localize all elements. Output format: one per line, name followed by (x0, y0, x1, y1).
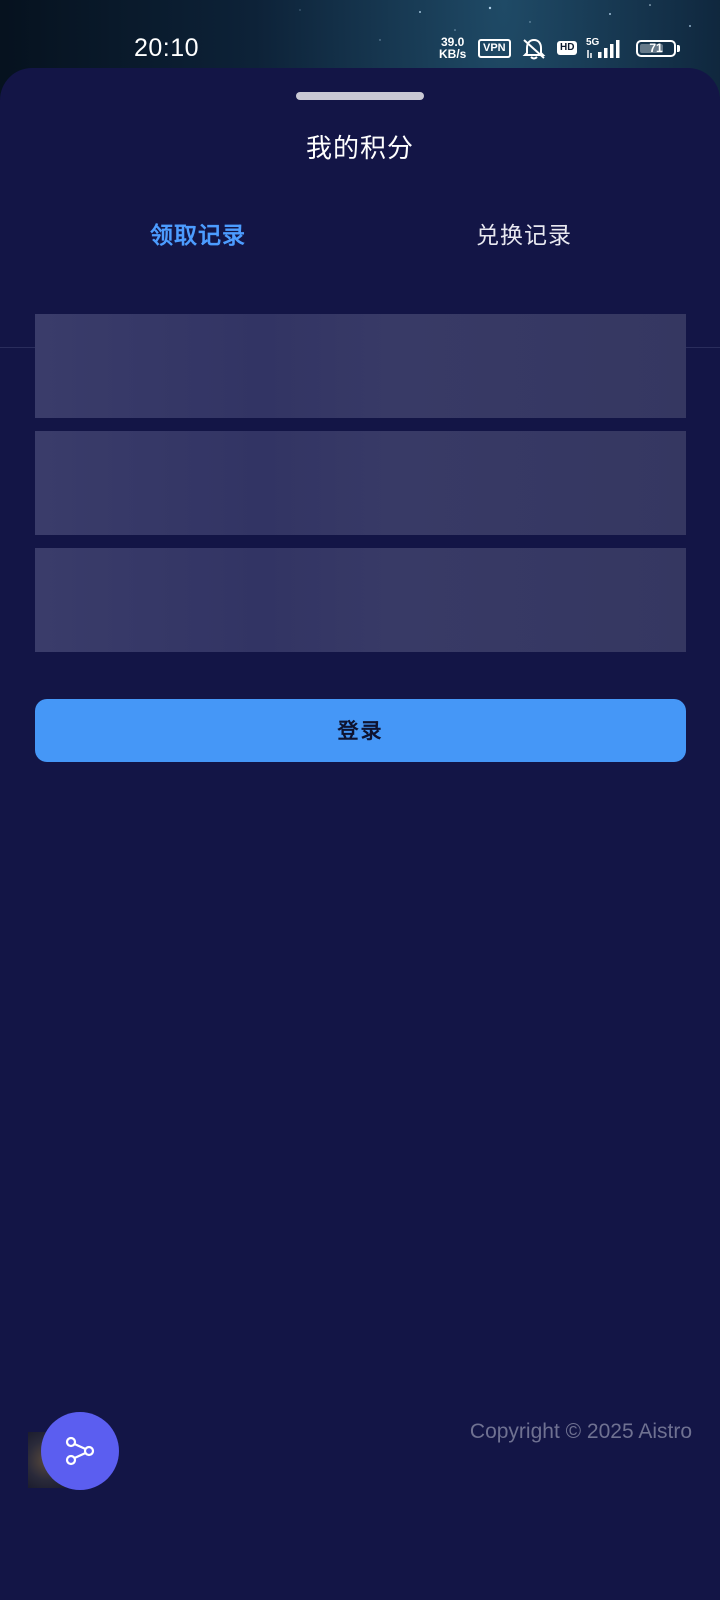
app-screen: 20:10 39.0 KB/s VPN HD 5G 71 我的积分 领取记录 兑… (0, 0, 720, 1600)
loading-placeholder-row (35, 548, 686, 652)
network-speed: 39.0 KB/s (439, 36, 466, 60)
points-bottom-sheet: 我的积分 领取记录 兑换记录 登录 (0, 68, 720, 1600)
copyright-text: Copyright © 2025 Aistro (469, 1420, 692, 1443)
loading-placeholder-row (35, 431, 686, 535)
tab-claim-records[interactable]: 领取记录 (35, 208, 361, 274)
battery-tip (677, 45, 680, 52)
hd-badge: HD (557, 41, 578, 55)
network-speed-unit: KB/s (439, 47, 467, 61)
network-type-text: 5G (586, 37, 600, 48)
share-button[interactable] (41, 1412, 119, 1490)
status-bar: 20:10 39.0 KB/s VPN HD 5G 71 (0, 0, 720, 70)
mute-bell-icon (522, 38, 546, 60)
status-time: 20:10 (134, 34, 200, 62)
vpn-badge: VPN (478, 39, 511, 58)
signal-bars-icon: 5G (586, 37, 620, 58)
sheet-title: 我的积分 (305, 134, 414, 164)
battery-icon: 71 (636, 40, 676, 57)
login-button[interactable]: 登录 (35, 699, 686, 762)
share-icon (65, 1436, 95, 1466)
battery-level-text: 71 (649, 41, 663, 55)
loading-placeholder-row (35, 314, 686, 418)
sheet-drag-handle[interactable] (296, 92, 424, 100)
tab-redeem-records[interactable]: 兑换记录 (361, 208, 687, 274)
